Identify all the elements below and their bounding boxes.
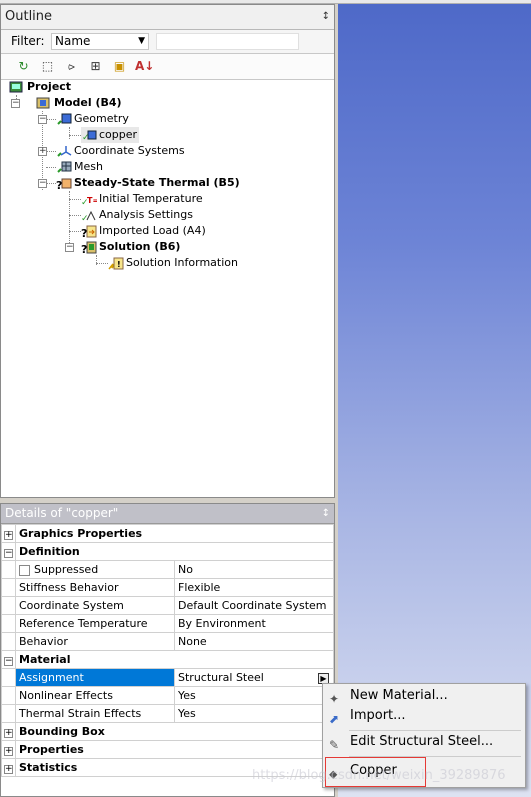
expand-icon[interactable]: + xyxy=(4,729,13,738)
settings-icon: ✓ xyxy=(81,208,97,224)
row-suppressed[interactable]: Suppressed No xyxy=(1,560,334,579)
filter-label: Filter: xyxy=(11,34,45,48)
details-table: + Graphics Properties − Definition Suppr… xyxy=(1,524,334,777)
geometry-icon xyxy=(56,112,72,127)
tree-item-imported-load[interactable]: ? Imported Load (A4) xyxy=(81,223,208,240)
graphics-viewport[interactable] xyxy=(338,4,531,797)
suppressed-checkbox[interactable] xyxy=(19,564,30,576)
filter-input[interactable] xyxy=(156,33,299,50)
suppressed-value[interactable]: No xyxy=(174,560,334,579)
mesh-icon xyxy=(56,160,72,175)
expand-icon[interactable]: + xyxy=(4,747,13,756)
pin-icon[interactable]: ↕ xyxy=(322,5,330,29)
tree-item-analysis-settings[interactable]: ✓ Analysis Settings xyxy=(81,207,195,224)
details-pane: Details of "copper" ↕ + Graphics Propert… xyxy=(0,503,335,797)
menu-separator xyxy=(349,730,521,731)
plus-box-icon[interactable]: ⊞ xyxy=(87,58,104,75)
collapse-icon[interactable]: − xyxy=(38,115,47,124)
expand-icon[interactable]: + xyxy=(4,765,13,774)
svg-text:!: ! xyxy=(117,260,121,269)
collapse-icon[interactable]: − xyxy=(4,657,13,666)
refresh-icon[interactable]: ↻ xyxy=(15,58,32,75)
filter-type-select[interactable]: Name ▼ xyxy=(51,33,149,50)
body-icon: ✓ xyxy=(81,128,97,143)
solution-info-icon: ! xyxy=(108,256,124,271)
menu-item-import[interactable]: ⬈ Import... xyxy=(323,706,525,726)
sort-az-icon[interactable]: A↓ xyxy=(135,58,154,75)
row-reference-temperature[interactable]: Reference Temperature By Environment xyxy=(1,614,334,633)
import-icon: ⬈ xyxy=(329,712,340,726)
svg-text:?: ? xyxy=(81,243,87,255)
row-behavior[interactable]: Behavior None xyxy=(1,632,334,651)
menu-item-new-material[interactable]: ✦ New Material... xyxy=(323,686,525,706)
group-bounding-box[interactable]: + Bounding Box xyxy=(1,722,334,741)
outline-toolbar: ↻ ⬚ ⪧ ⊞ ▣ A↓ xyxy=(1,54,334,80)
tree-item-coordinate-systems[interactable]: Coordinate Systems xyxy=(56,143,187,159)
details-title: Details of "copper" xyxy=(5,506,119,520)
outline-pane: Outline ↕ Filter: Name ▼ ↻ ⬚ ⪧ ⊞ ▣ A↓ Pr… xyxy=(0,4,335,498)
folder-icon[interactable]: ▣ xyxy=(111,58,128,75)
pin-icon[interactable]: ↕ xyxy=(322,504,330,523)
row-stiffness[interactable]: Stiffness Behavior Flexible xyxy=(1,578,334,597)
tree-item-project[interactable]: Project xyxy=(9,79,73,95)
collapse-icon[interactable]: − xyxy=(11,99,20,108)
svg-text:?: ? xyxy=(56,179,62,191)
expand-icon[interactable]: + xyxy=(4,531,13,540)
outline-title-bar: Outline ↕ xyxy=(1,5,334,30)
svg-text:T=: T= xyxy=(87,196,97,205)
collapse-icon[interactable]: − xyxy=(4,549,13,558)
row-coordinate-system[interactable]: Coordinate System Default Coordinate Sys… xyxy=(1,596,334,615)
row-thermal-strain[interactable]: Thermal Strain Effects Yes xyxy=(1,704,334,723)
expand-icon[interactable]: + xyxy=(38,147,47,156)
tree-item-mesh[interactable]: Mesh xyxy=(56,159,105,175)
collapse-icon[interactable]: − xyxy=(38,179,47,188)
row-assignment[interactable]: Assignment Structural Steel xyxy=(1,668,334,687)
assignment-value[interactable]: Structural Steel xyxy=(174,668,334,687)
eraser-icon[interactable]: ⬚ xyxy=(39,58,56,75)
group-properties[interactable]: + Properties xyxy=(1,740,334,759)
project-icon xyxy=(9,80,25,95)
details-title-bar: Details of "copper" ↕ xyxy=(1,504,334,524)
menu-item-edit-structural-steel[interactable]: ✎ Edit Structural Steel... xyxy=(323,732,525,752)
tree-item-steady-state-thermal[interactable]: ? Steady-State Thermal (B5) xyxy=(56,175,242,192)
tree-expand-icon[interactable]: ⪧ xyxy=(63,58,80,75)
tree-item-initial-temperature[interactable]: ✓ T= Initial Temperature xyxy=(81,191,205,208)
tree-item-copper[interactable]: ✓ copper xyxy=(81,127,140,143)
watermark: https://blog.csdn.net/weixin_39289876 xyxy=(252,768,506,783)
outline-title: Outline xyxy=(5,9,53,24)
tree-item-model[interactable]: Model (B4) xyxy=(36,95,124,111)
coordinate-systems-icon xyxy=(56,144,72,159)
tree-item-solution-information[interactable]: ! Solution Information xyxy=(108,255,240,271)
filter-type-value: Name xyxy=(55,34,91,48)
edit-material-icon: ✎ xyxy=(329,738,340,752)
svg-text:?: ? xyxy=(81,227,87,239)
filter-row: Filter: Name ▼ xyxy=(1,30,334,54)
group-definition[interactable]: − Definition xyxy=(1,542,334,561)
thermal-analysis-icon: ? xyxy=(56,176,72,192)
imported-load-icon: ? xyxy=(81,224,97,240)
group-graphics-properties[interactable]: + Graphics Properties xyxy=(1,524,334,543)
group-material[interactable]: − Material xyxy=(1,650,334,669)
tree-item-geometry[interactable]: Geometry xyxy=(56,111,131,127)
solution-icon: ? xyxy=(81,240,97,256)
temperature-icon: ✓ T= xyxy=(81,192,99,208)
chevron-down-icon: ▼ xyxy=(138,36,145,46)
collapse-icon[interactable]: − xyxy=(65,243,74,252)
row-nonlinear-effects[interactable]: Nonlinear Effects Yes xyxy=(1,686,334,705)
tree-item-solution[interactable]: ? Solution (B6) xyxy=(81,239,182,256)
model-icon xyxy=(36,96,52,111)
